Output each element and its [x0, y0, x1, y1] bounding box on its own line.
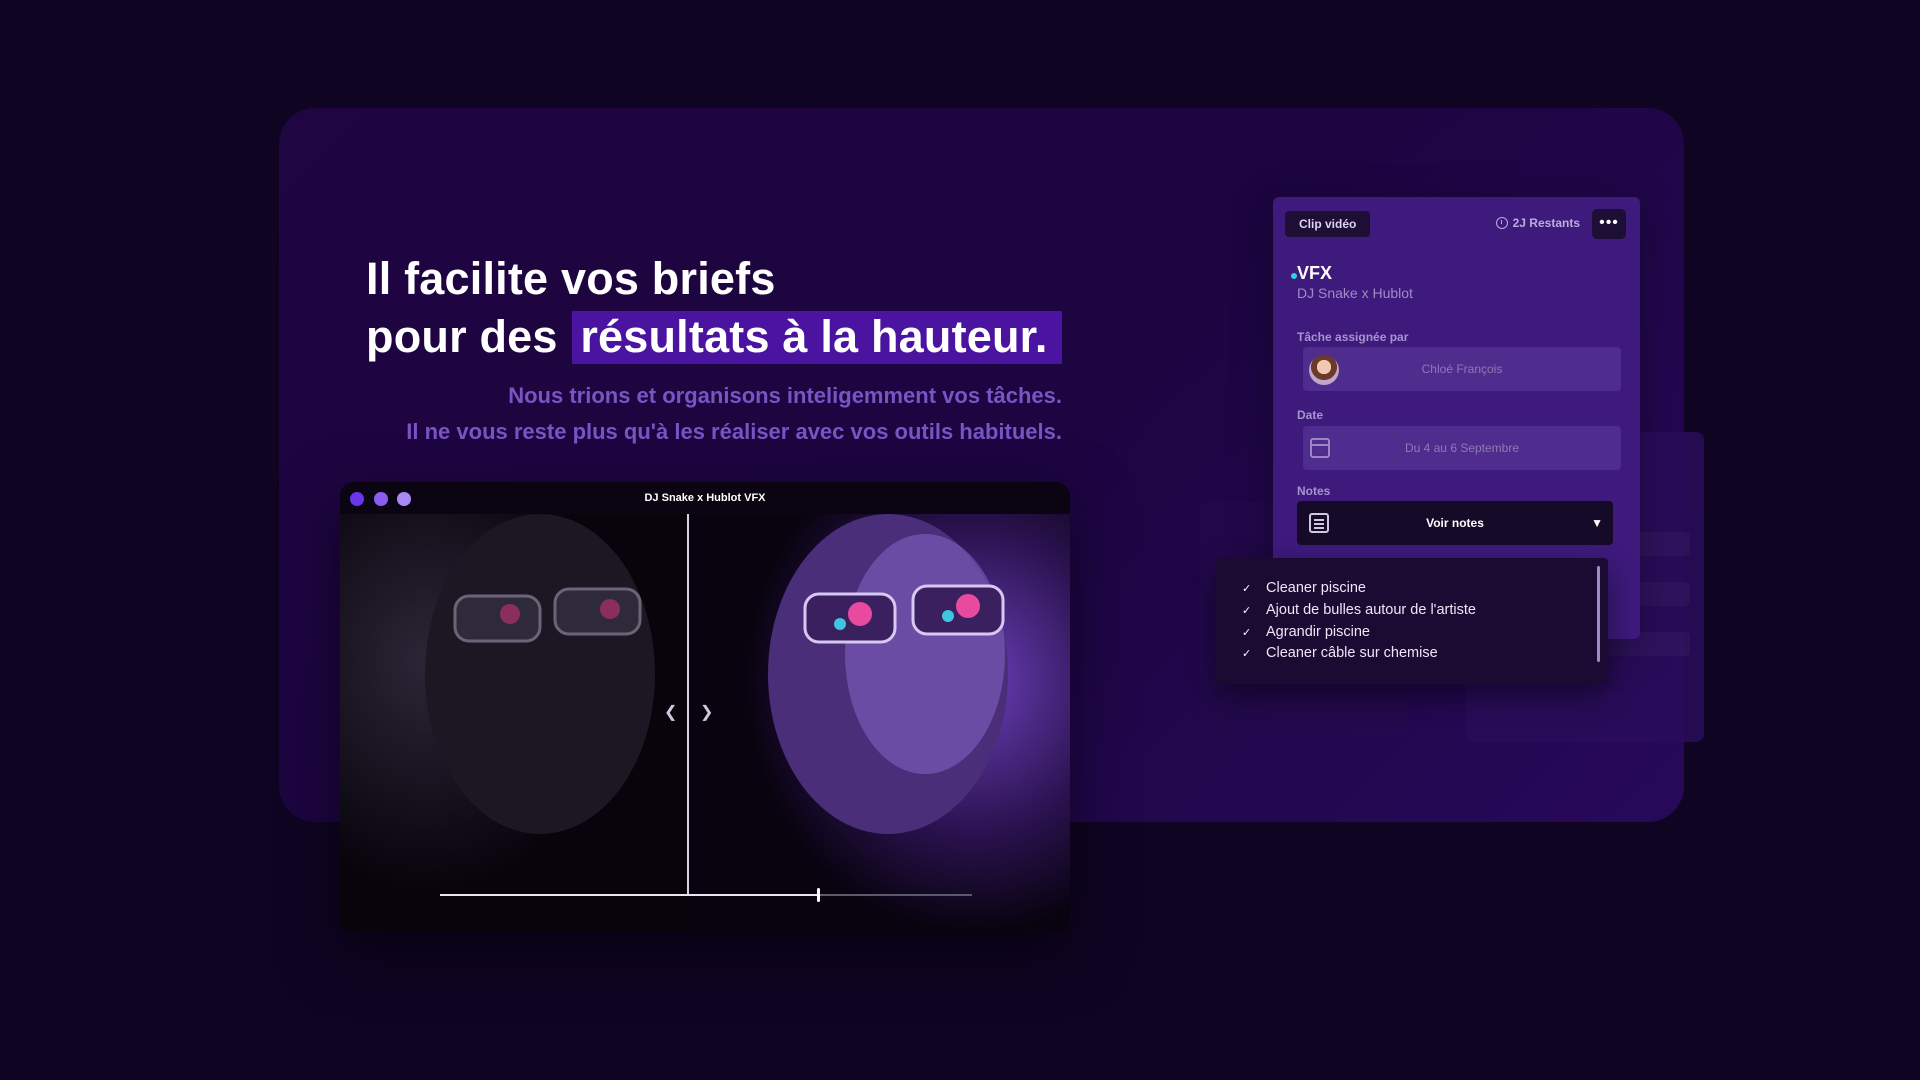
- list-item-label: Agrandir piscine: [1266, 624, 1370, 640]
- list-item[interactable]: ✓ Cleaner câble sur chemise: [1242, 645, 1438, 661]
- assigned-field[interactable]: Chloé François: [1303, 347, 1621, 391]
- notes-dropdown[interactable]: Voir notes ▼: [1297, 501, 1613, 545]
- list-item-label: Ajout de bulles autour de l'artiste: [1266, 602, 1476, 618]
- notes-label: Notes: [1297, 484, 1331, 498]
- list-item-label: Cleaner câble sur chemise: [1266, 645, 1438, 661]
- list-item-label: Cleaner piscine: [1266, 580, 1366, 596]
- headline-line1: Il facilite vos briefs: [366, 253, 776, 304]
- date-label: Date: [1297, 408, 1324, 422]
- before-after-image: [340, 514, 1070, 932]
- calendar-icon: [1310, 438, 1330, 458]
- headline-highlight: résultats à la hauteur.: [572, 311, 1062, 364]
- time-remaining: 2J Restants: [1495, 216, 1580, 230]
- scrollbar[interactable]: [1597, 566, 1600, 662]
- assigned-label: Tâche assignée par: [1297, 330, 1409, 344]
- check-icon: ✓: [1242, 626, 1252, 639]
- more-options-button[interactable]: •••: [1592, 209, 1626, 239]
- video-title: DJ Snake x Hublot VFX: [644, 492, 766, 504]
- assigned-name: Chloé François: [1421, 362, 1503, 376]
- date-field[interactable]: Du 4 au 6 Septembre: [1303, 426, 1621, 470]
- document-icon: [1309, 513, 1329, 533]
- chevron-right-icon[interactable]: ❯: [700, 702, 713, 722]
- headline-line2-prefix: pour des: [366, 311, 558, 362]
- task-subtitle: DJ Snake x Hublot: [1297, 285, 1413, 301]
- category-chip[interactable]: Clip vidéo: [1285, 211, 1371, 237]
- sunglasses-left-lens: [453, 594, 542, 643]
- list-item[interactable]: ✓ Ajout de bulles autour de l'artiste: [1242, 602, 1476, 618]
- time-remaining-label: 2J Restants: [1512, 216, 1580, 230]
- check-icon: ✓: [1242, 604, 1252, 617]
- task-title: VFX: [1297, 263, 1333, 283]
- list-item[interactable]: ✓ Agrandir piscine: [1242, 624, 1370, 640]
- avatar: [1309, 355, 1339, 385]
- compare-divider-handle[interactable]: [687, 514, 689, 896]
- scrubber-handle[interactable]: [816, 888, 820, 902]
- check-icon: ✓: [1242, 582, 1252, 595]
- notes-button-label: Voir notes: [1426, 516, 1484, 530]
- sunglasses-right-lens: [553, 587, 642, 636]
- subtext-line1: Nous trions et organisons inteligemment …: [508, 383, 1062, 408]
- subtext-line2: Il ne vous reste plus qu'à les réaliser …: [406, 419, 1062, 444]
- clock-icon: [1495, 217, 1508, 229]
- check-icon: ✓: [1242, 647, 1252, 660]
- scrubber-progress: [440, 894, 818, 896]
- caret-down-icon: ▼: [1591, 516, 1603, 530]
- face-before: [425, 514, 655, 834]
- headline: Il facilite vos briefs pour des résultat…: [366, 250, 1062, 366]
- chevron-left-icon[interactable]: ❮: [664, 702, 677, 722]
- video-scrubber[interactable]: [440, 888, 972, 902]
- notes-checklist: ✓ Cleaner piscine ✓ Ajout de bulles auto…: [1216, 558, 1608, 684]
- list-item[interactable]: ✓ Cleaner piscine: [1242, 580, 1366, 596]
- date-value: Du 4 au 6 Septembre: [1404, 441, 1520, 455]
- subtext: Nous trions et organisons inteligemment …: [406, 378, 1062, 450]
